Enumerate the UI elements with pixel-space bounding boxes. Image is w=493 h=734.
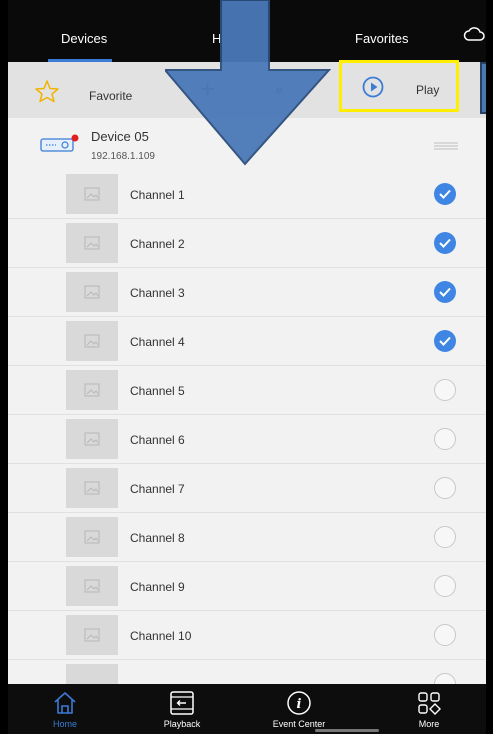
nav-playback[interactable]: Playback [137, 684, 227, 734]
film-playback-icon [170, 691, 194, 715]
image-placeholder-icon [84, 628, 100, 642]
image-placeholder-icon [84, 530, 100, 544]
bottom-nav: Home Playback i Event Center More [8, 684, 486, 734]
nav-more-label: More [418, 719, 440, 729]
channel-thumbnail [66, 321, 118, 361]
checked-checkbox[interactable] [434, 330, 456, 352]
play-circle-icon [362, 76, 384, 98]
checkmark-icon [439, 189, 451, 199]
channel-thumbnail [66, 468, 118, 508]
image-placeholder-icon [84, 481, 100, 495]
play-button-label: Play [416, 83, 440, 97]
nav-home-label: Home [52, 719, 77, 729]
image-placeholder-icon [84, 383, 100, 397]
home-icon [54, 692, 76, 714]
channel-label: Channel 6 [130, 433, 185, 447]
tab-devices[interactable]: Devices [61, 31, 107, 46]
channel-thumbnail [66, 370, 118, 410]
checkmark-icon [439, 287, 451, 297]
channel-label: Channel 4 [130, 335, 185, 349]
channel-row[interactable]: Channel 9 [8, 562, 486, 611]
unchecked-checkbox[interactable] [434, 526, 456, 548]
channel-label: Channel 10 [130, 629, 192, 643]
channel-label: Channel 2 [130, 237, 185, 251]
image-placeholder-icon [84, 432, 100, 446]
channel-label: Channel 1 [130, 188, 185, 202]
channel-row[interactable]: Channel 5 [8, 366, 486, 415]
channel-thumbnail [66, 272, 118, 312]
checked-checkbox[interactable] [434, 183, 456, 205]
checked-checkbox[interactable] [434, 232, 456, 254]
favorite-button-label[interactable]: Favorite [89, 89, 132, 103]
overlay-marker [480, 62, 486, 114]
channel-list: Channel 1 Channel 2 Channel 3 Channel 4 Chan… [8, 170, 486, 709]
cloud-icon[interactable] [463, 26, 485, 42]
channel-label: Channel 8 [130, 531, 185, 545]
channel-thumbnail [66, 615, 118, 655]
channel-label: Channel 3 [130, 286, 185, 300]
down-arrow-annotation [165, 0, 332, 166]
nav-playback-label: Playback [163, 719, 201, 729]
device-ip: 192.168.1.109 [91, 151, 155, 162]
app-frame: Devices H Favorites Favorite + e Play [8, 0, 486, 734]
nav-event-center[interactable]: i Event Center [254, 684, 344, 734]
nav-more[interactable]: More [384, 684, 474, 734]
play-button[interactable]: Play [339, 60, 459, 112]
nav-event-center-label: Event Center [272, 719, 326, 729]
unchecked-checkbox[interactable] [434, 428, 456, 450]
checkmark-icon [439, 238, 451, 248]
system-home-indicator [315, 729, 379, 732]
dvr-device-icon [40, 134, 79, 152]
svg-text:i: i [297, 697, 302, 712]
channel-row[interactable]: Channel 4 [8, 317, 486, 366]
channel-row[interactable]: Channel 10 [8, 611, 486, 660]
image-placeholder-icon [84, 334, 100, 348]
checkmark-icon [439, 336, 451, 346]
channel-row[interactable]: Channel 7 [8, 464, 486, 513]
drag-handle-icon[interactable] [434, 142, 458, 150]
device-name: Device 05 [91, 129, 149, 144]
channel-row[interactable]: Channel 3 [8, 268, 486, 317]
nav-home[interactable]: Home [20, 684, 110, 734]
channel-label: Channel 9 [130, 580, 185, 594]
star-icon[interactable] [34, 79, 60, 103]
unchecked-checkbox[interactable] [434, 624, 456, 646]
image-placeholder-icon [84, 187, 100, 201]
channel-thumbnail [66, 419, 118, 459]
grid-more-icon [418, 692, 441, 715]
channel-row[interactable]: Channel 6 [8, 415, 486, 464]
channel-thumbnail [66, 566, 118, 606]
channel-row[interactable]: Channel 8 [8, 513, 486, 562]
unchecked-checkbox[interactable] [434, 575, 456, 597]
channel-thumbnail [66, 223, 118, 263]
channel-label: Channel 7 [130, 482, 185, 496]
tab-favorites[interactable]: Favorites [355, 31, 408, 46]
channel-row[interactable]: Channel 2 [8, 219, 486, 268]
channel-thumbnail [66, 517, 118, 557]
image-placeholder-icon [84, 285, 100, 299]
image-placeholder-icon [84, 236, 100, 250]
image-placeholder-icon [84, 579, 100, 593]
unchecked-checkbox[interactable] [434, 477, 456, 499]
unchecked-checkbox[interactable] [434, 379, 456, 401]
channel-row[interactable]: Channel 1 [8, 170, 486, 219]
channel-label: Channel 5 [130, 384, 185, 398]
info-icon: i [287, 691, 311, 715]
channel-thumbnail [66, 174, 118, 214]
checked-checkbox[interactable] [434, 281, 456, 303]
